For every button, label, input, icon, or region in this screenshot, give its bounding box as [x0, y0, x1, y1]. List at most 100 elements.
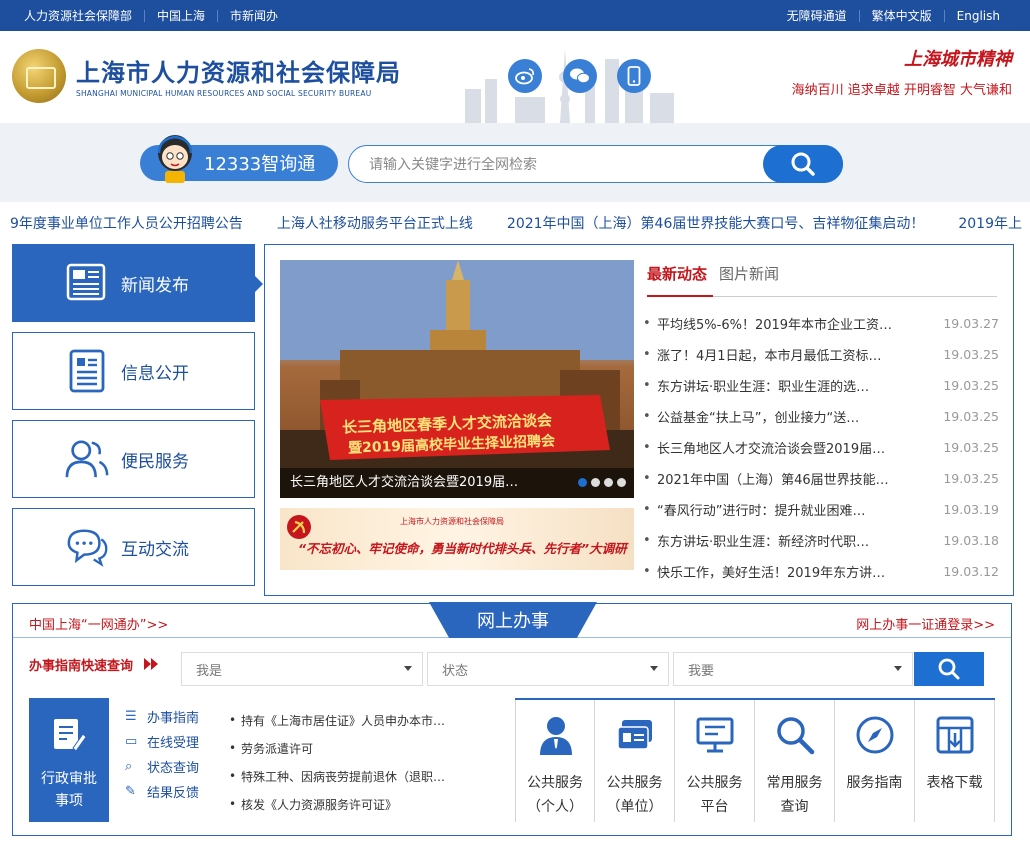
search-icon	[938, 658, 960, 680]
nav-public-service[interactable]: 便民服务	[12, 420, 255, 498]
banner-slogan: “不忘初心、牢记使命，勇当新时代排头兵、先行者”大调研	[298, 541, 627, 556]
mobile-icon[interactable]	[617, 59, 651, 93]
admin-item[interactable]: • 核发《人力资源服务许可证》	[229, 790, 513, 818]
news-item[interactable]: • 东方讲坛·职业生涯：新经济时代职… 19.03.18	[643, 525, 999, 556]
magnifier-icon	[775, 714, 815, 756]
news-item[interactable]: • 平均线5%-6%！2019年本市企业工资… 19.03.27	[643, 308, 999, 339]
admin-item[interactable]: • 特殊工种、因病丧劳提前退休（退职…	[229, 762, 513, 790]
compass-icon	[855, 714, 895, 756]
news-item[interactable]: • “春风行动”进行时：提升就业困难… 19.03.19	[643, 494, 999, 525]
ticker-item[interactable]: 9年度事业单位工作人员公开招聘公告	[10, 213, 243, 233]
news-item[interactable]: • 长三角地区人才交流洽谈会暨2019届… 19.03.25	[643, 432, 999, 463]
list-icon: ☰	[125, 709, 137, 724]
city-spirit: 上海城市精神 海纳百川 追求卓越 开明睿智 大气谦和	[792, 45, 1012, 98]
document-edit-icon	[54, 719, 87, 752]
news-tabs: 最新动态 图片新闻	[647, 255, 997, 297]
news-item[interactable]: • 东方讲坛·职业生涯：职业生涯的选… 19.03.25	[643, 370, 999, 401]
link-status-query[interactable]: ⌕ 状态查询	[125, 754, 199, 779]
link-result-feedback[interactable]: ✎ 结果反馈	[125, 779, 199, 804]
carousel-dots	[578, 478, 626, 487]
news-title[interactable]: 2021年中国（上海）第46届世界技能…	[657, 469, 939, 488]
search-input[interactable]: 请输入关键字进行全网检索	[369, 154, 537, 174]
news-title[interactable]: 平均线5%-6%！2019年本市企业工资…	[657, 314, 939, 333]
link-online-accept[interactable]: ▭ 在线受理	[125, 729, 199, 754]
news-title[interactable]: 涨了！4月1日起，本市月最低工资标…	[657, 345, 939, 364]
quick-query-label: 办事指南快速查询	[29, 655, 160, 674]
select-i-am[interactable]: 我是	[181, 652, 423, 686]
nav-news-release[interactable]: 新闻发布	[12, 244, 263, 322]
link-traditional-chinese[interactable]: 繁体中文版	[860, 9, 945, 22]
service-public-platform[interactable]: 公共服务 平台	[675, 700, 755, 822]
link-english[interactable]: English	[945, 10, 1012, 22]
link-one-cert-login[interactable]: 网上办事一证通登录>>	[856, 614, 995, 633]
news-item[interactable]: • 公益基金“扶上马”，创业接力“送… 19.03.25	[643, 401, 999, 432]
service-guide[interactable]: 服务指南	[835, 700, 915, 822]
news-item[interactable]: • 涨了！4月1日起，本市月最低工资标… 19.03.25	[643, 339, 999, 370]
document-icon	[65, 349, 109, 393]
news-item[interactable]: • 快乐工作，美好生活！2019年东方讲… 19.03.12	[643, 556, 999, 587]
nav-label: 信息公开	[121, 363, 189, 384]
chevron-down-icon	[894, 666, 902, 671]
carousel-dot[interactable]	[591, 478, 600, 487]
nav-label: 新闻发布	[121, 275, 189, 296]
link-press-office[interactable]: 市新闻办	[218, 10, 290, 22]
chat-bubbles-icon	[65, 525, 109, 569]
select-i-want[interactable]: 我要	[673, 652, 913, 686]
ticker-item[interactable]: 2021年中国（上海）第46届世界技能大赛口号、吉祥物征集启动！	[507, 213, 924, 233]
wechat-icon[interactable]	[563, 59, 597, 93]
search-button[interactable]	[763, 145, 843, 183]
carousel-dot[interactable]	[604, 478, 613, 487]
service-common-query[interactable]: 常用服务 查询	[755, 700, 835, 822]
news-date: 19.03.25	[943, 409, 999, 424]
link-service-guide[interactable]: ☰ 办事指南	[125, 704, 199, 729]
link-one-network[interactable]: 中国上海“一网通办”>>	[29, 614, 168, 633]
nav-info-disclosure[interactable]: 信息公开	[12, 332, 255, 410]
admin-item[interactable]: • 劳务派遣许可	[229, 734, 513, 762]
site-search-box[interactable]: 请输入关键字进行全网检索	[348, 145, 843, 183]
person-icon	[536, 714, 576, 756]
link-accessibility[interactable]: 无障碍通道	[775, 9, 860, 22]
link-mohrss[interactable]: 人力资源社会保障部	[12, 9, 146, 22]
weibo-icon[interactable]	[508, 59, 542, 93]
edit-icon: ✎	[125, 784, 136, 799]
left-nav: 新闻发布 信息公开 便民服务 互动交流	[12, 244, 263, 596]
tab-photo-news[interactable]: 图片新闻	[719, 255, 791, 296]
news-title[interactable]: 公益基金“扶上马”，创业接力“送…	[657, 407, 939, 426]
news-carousel-image[interactable]: 长三角地区春季人才交流洽谈会 暨2019届高校毕业生择业招聘会 长三角地区人才交…	[280, 260, 634, 498]
service-public-personal[interactable]: 公共服务 （个人）	[515, 700, 595, 822]
site-title[interactable]: 上海市人力资源和社会保障局	[76, 53, 401, 88]
carousel-dot[interactable]	[578, 478, 587, 487]
news-date: 19.03.12	[943, 564, 999, 579]
news-title[interactable]: “春风行动”进行时：提升就业困难…	[657, 500, 939, 519]
online-services-title: 网上办事	[429, 602, 597, 638]
magnifier-icon: ⌕	[125, 759, 133, 774]
news-title[interactable]: 东方讲坛·职业生涯：新经济时代职…	[657, 531, 939, 550]
double-arrow-icon	[143, 658, 160, 674]
ticker-item[interactable]: 2019年上	[958, 213, 1022, 233]
service-tiles: 公共服务 （个人） 公共服务 （单位） 公共服务 平台 常用服务 查询 服务指南…	[515, 698, 995, 822]
select-status[interactable]: 状态	[427, 652, 669, 686]
news-list: • 平均线5%-6%！2019年本市企业工资… 19.03.27 • 涨了！4月1日起…	[643, 308, 999, 587]
carousel-dot[interactable]	[617, 478, 626, 487]
news-title[interactable]: 长三角地区人才交流洽谈会暨2019届…	[657, 438, 939, 457]
link-china-shanghai[interactable]: 中国上海	[145, 9, 219, 22]
news-title[interactable]: 东方讲坛·职业生涯：职业生涯的选…	[657, 376, 939, 395]
admin-links: ☰ 办事指南 ▭ 在线受理 ⌕ 状态查询 ✎ 结果反馈	[125, 704, 199, 804]
service-form-download[interactable]: 表格下载	[915, 700, 995, 822]
news-date: 19.03.19	[943, 502, 999, 517]
bureau-logo[interactable]	[12, 49, 66, 103]
exhibition-hall-photo	[280, 260, 634, 498]
monitor-icon: ▭	[125, 734, 138, 749]
tab-latest-news[interactable]: 最新动态	[647, 255, 714, 297]
news-title[interactable]: 快乐工作，美好生活！2019年东方讲…	[657, 562, 939, 581]
ticker-item[interactable]: 上海人社移动服务平台正式上线	[277, 213, 473, 233]
news-item[interactable]: • 2021年中国（上海）第46届世界技能… 19.03.25	[643, 463, 999, 494]
admin-approval-tile[interactable]: 行政审批 事项	[29, 698, 109, 822]
admin-item[interactable]: • 持有《上海市居住证》人员申办本市…	[229, 706, 513, 734]
quick-search-button[interactable]	[914, 652, 984, 686]
research-campaign-banner[interactable]: 上海市人力资源和社会保障局 “不忘初心、牢记使命，勇当新时代排头兵、先行者”大调…	[280, 508, 634, 570]
service-public-organization[interactable]: 公共服务 （单位）	[595, 700, 675, 822]
search-band: 12333智询通 请输入关键字进行全网检索	[0, 123, 1030, 202]
id-card-icon	[615, 714, 655, 756]
nav-interaction[interactable]: 互动交流	[12, 508, 255, 586]
